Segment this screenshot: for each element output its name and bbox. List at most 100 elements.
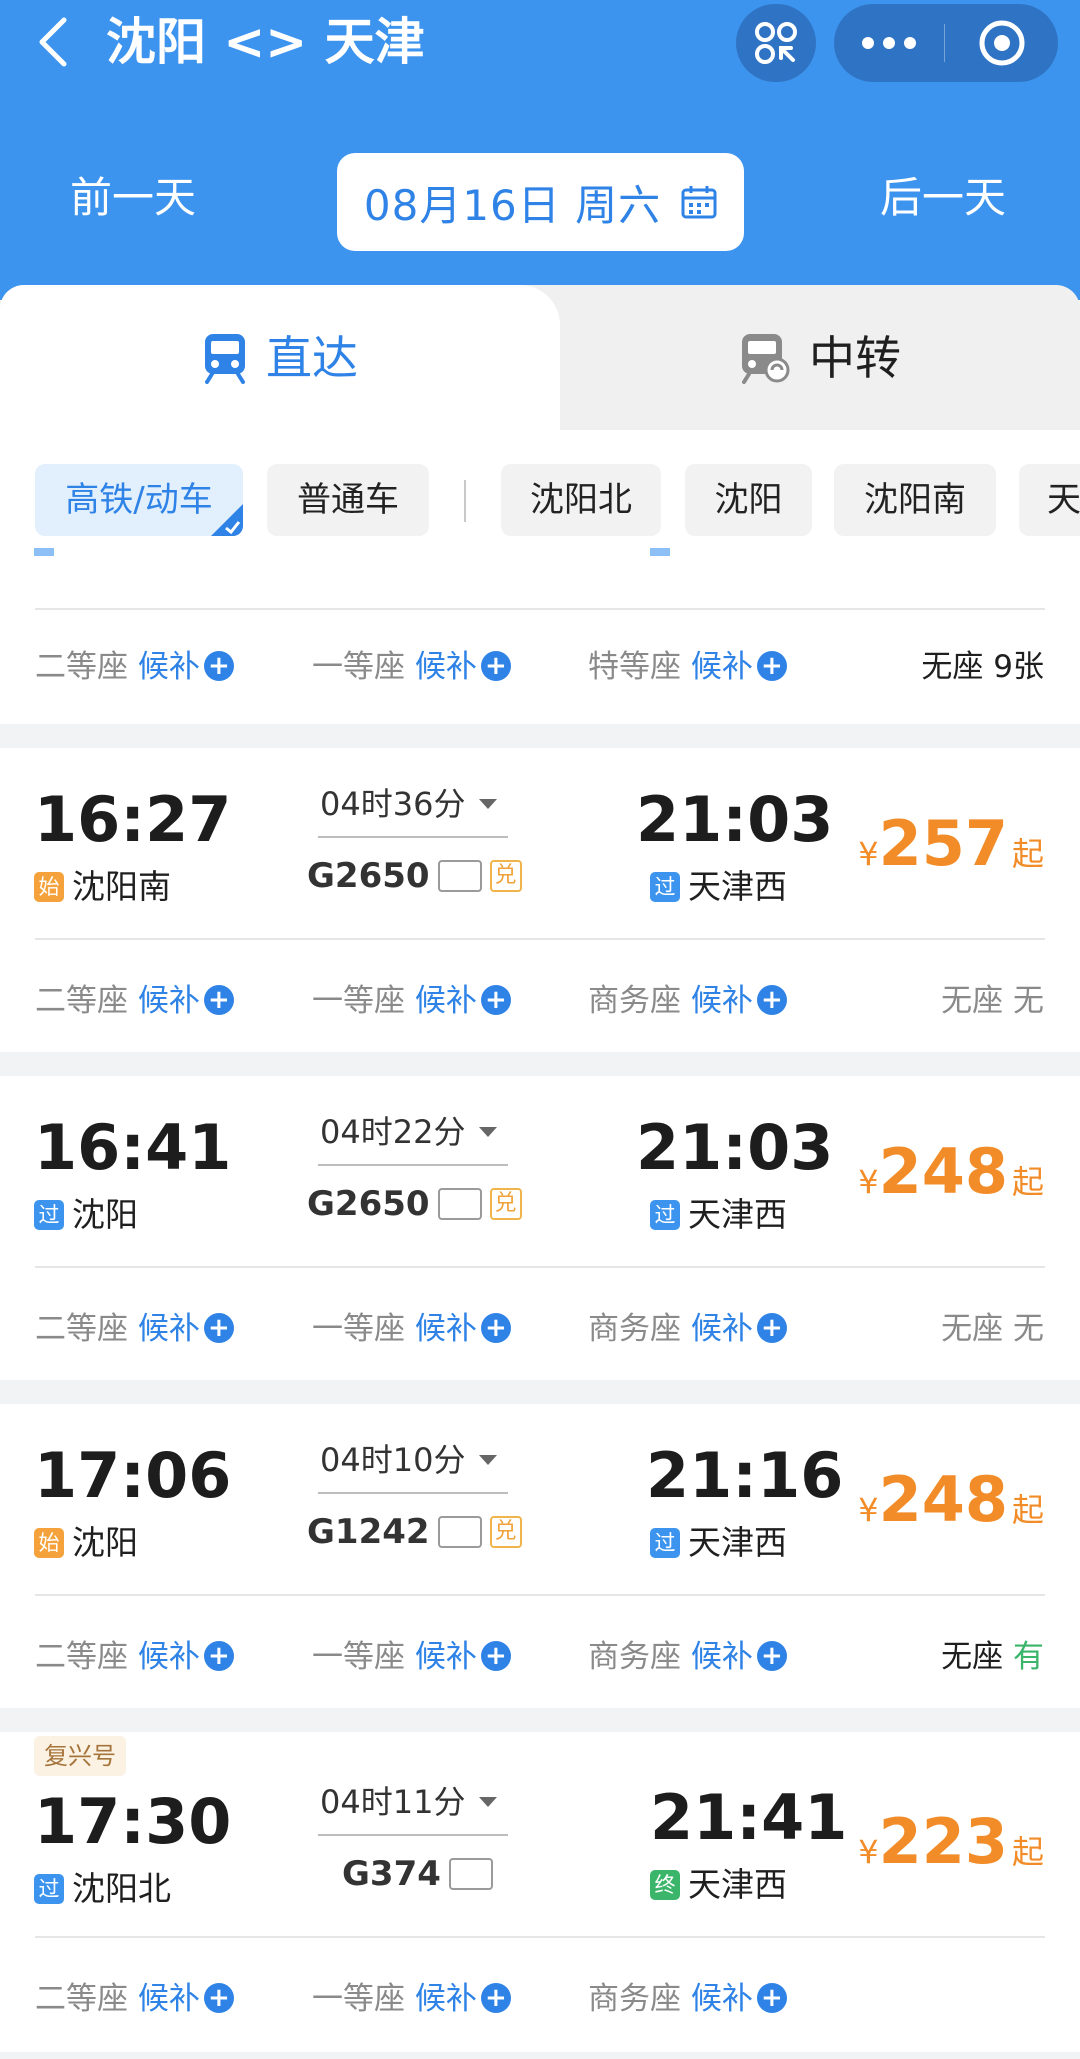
station-tag: 过 — [34, 1874, 64, 1904]
duration[interactable]: 04时22分 — [320, 1110, 498, 1154]
chevron-left-icon — [39, 17, 67, 67]
seat-business[interactable]: 商务座 候补 + — [588, 1304, 787, 1354]
dropdown-triangle-icon — [479, 1127, 498, 1137]
id-card-icon — [437, 1188, 482, 1220]
train-number-text: G374 — [342, 1854, 441, 1894]
filter-divider — [464, 480, 466, 522]
train-icon — [205, 333, 245, 384]
train-number-text: G1242 — [307, 1512, 430, 1552]
filter-chip-tianjin[interactable]: 天 — [1019, 464, 1080, 536]
seat-first-class[interactable]: 一等座 候补 + — [312, 976, 511, 1026]
seat-business[interactable]: 商务座 候补 + — [588, 976, 787, 1026]
seat-second-class[interactable]: 二等座 候补 + — [35, 642, 234, 692]
seat-no-seat: 无座 无 — [941, 976, 1044, 1026]
seat-status: 候补 — [414, 1981, 477, 2017]
station-tag: 过 — [34, 1200, 64, 1230]
filter-chip-shenyang[interactable]: 沈阳 — [685, 464, 812, 536]
seat-second-class[interactable]: 二等座 候补 + — [35, 976, 234, 1026]
capsule-divider — [944, 24, 945, 62]
train-card[interactable]: 16:27 始沈阳南 04时36分 G2650 兑 21:03 过天津西 ¥257 起二等座 候… — [0, 748, 1080, 1052]
seat-name: 商务座 — [588, 1981, 681, 2017]
duration[interactable]: 04时11分 — [320, 1780, 498, 1824]
seat-premium[interactable]: 特等座 候补 + — [588, 642, 787, 692]
date-selector[interactable]: 08月16日 周六 — [337, 153, 744, 251]
seat-name: 无座 — [941, 1311, 1004, 1347]
seat-second-class[interactable]: 二等座 候补 + — [35, 1974, 234, 2024]
prev-day-button[interactable]: 前一天 — [70, 168, 196, 228]
cut-station-tag — [34, 548, 54, 556]
arrival-time: 21:16 — [646, 1439, 844, 1512]
id-card-icon — [437, 1516, 482, 1548]
price-currency: ¥ — [858, 835, 879, 873]
price-value: 257 — [878, 807, 1008, 880]
plus-icon: + — [480, 1641, 511, 1671]
arrival-time: 21:03 — [636, 783, 834, 856]
duration[interactable]: 04时10分 — [320, 1438, 498, 1482]
seat-first-class[interactable]: 一等座 候补 + — [312, 642, 511, 692]
train-number: G1242 兑 — [307, 1508, 522, 1556]
redeem-icon: 兑 — [489, 1188, 522, 1220]
duration-arrow-line — [318, 836, 508, 838]
price-value: 248 — [878, 1135, 1008, 1208]
arrival-station: 过天津西 — [650, 864, 787, 910]
train-card-partial[interactable]: 二等座 候补 + 一等座 候补 + 特等座 候补 + 无座 9张 — [0, 548, 1080, 724]
filter-chip-normal[interactable]: 普通车 — [267, 464, 429, 536]
seat-name: 二等座 — [35, 983, 128, 1019]
seat-status: 候补 — [137, 1639, 200, 1675]
seat-first-class[interactable]: 一等座 候补 + — [312, 1304, 511, 1354]
redeem-icon: 兑 — [489, 860, 522, 892]
plus-icon: + — [203, 1641, 234, 1671]
plus-icon: + — [756, 1983, 787, 2013]
seat-name: 二等座 — [35, 1311, 128, 1347]
plus-icon: + — [756, 1641, 787, 1671]
departure-station-name: 沈阳 — [72, 1523, 138, 1562]
price-currency: ¥ — [858, 1833, 879, 1871]
redeem-icon: 兑 — [489, 1516, 522, 1548]
arrival-station-name: 天津西 — [688, 867, 787, 906]
close-mini-program-button[interactable] — [946, 4, 1058, 82]
plus-icon: + — [480, 1313, 511, 1343]
departure-time: 17:30 — [34, 1785, 232, 1858]
id-card-icon — [448, 1858, 493, 1890]
filter-chip-shenyang-north[interactable]: 沈阳北 — [501, 464, 661, 536]
seat-name: 一等座 — [312, 1311, 405, 1347]
seat-name: 无座 — [941, 983, 1004, 1019]
price-value: 248 — [878, 1463, 1008, 1536]
price-suffix: 起 — [1011, 1163, 1044, 1201]
price: ¥223 起 — [858, 1802, 1044, 1898]
duration[interactable]: 04时36分 — [320, 782, 498, 826]
price: ¥257 起 — [858, 804, 1044, 900]
seat-second-class[interactable]: 二等座 候补 + — [35, 1632, 234, 1682]
train-card[interactable]: 16:41 过沈阳 04时22分 G2650 兑 21:03 过天津西 ¥248 起二等座 候补… — [0, 1076, 1080, 1380]
filter-chip-high-speed[interactable]: 高铁/动车 — [35, 464, 243, 536]
duration-text: 04时10分 — [320, 1441, 466, 1479]
seat-business[interactable]: 商务座 候补 + — [588, 1974, 787, 2024]
seat-first-class[interactable]: 一等座 候补 + — [312, 1974, 511, 2024]
departure-station: 过沈阳北 — [34, 1866, 171, 1912]
filter-chip-shenyang-south[interactable]: 沈阳南 — [834, 464, 996, 536]
train-card[interactable]: 17:06 始沈阳 04时10分 G1242 兑 21:16 过天津西 ¥248 起二等座 候补… — [0, 1404, 1080, 1708]
train-card[interactable]: 复兴号 17:30 过沈阳北 04时11分 G374 21:41 终天津西 ¥223 起二等座 … — [0, 1732, 1080, 2052]
more-button[interactable] — [834, 4, 944, 82]
scan-button[interactable] — [736, 4, 816, 82]
arrival-time: 21:41 — [650, 1781, 848, 1854]
seat-status: 候补 — [690, 1311, 753, 1347]
seat-first-class[interactable]: 一等座 候补 + — [312, 1632, 511, 1682]
station-tag: 过 — [650, 872, 680, 902]
plus-icon: + — [203, 651, 234, 681]
seat-business[interactable]: 商务座 候补 + — [588, 1632, 787, 1682]
tab-transfer[interactable]: 中转 — [560, 285, 1080, 430]
departure-station: 始沈阳南 — [34, 864, 171, 910]
seat-status: 候补 — [690, 1981, 753, 2017]
station-tag: 过 — [650, 1528, 680, 1558]
back-button[interactable] — [28, 14, 78, 70]
seat-status: 候补 — [414, 1639, 477, 1675]
next-day-button[interactable]: 后一天 — [880, 168, 1006, 228]
train-number: G2650 兑 — [307, 1180, 522, 1228]
seat-name: 一等座 — [312, 1981, 405, 2017]
cut-station-tag — [650, 548, 670, 556]
seat-name: 无座 — [941, 1639, 1004, 1675]
tab-direct[interactable]: 直达 — [0, 285, 560, 430]
seat-second-class[interactable]: 二等座 候补 + — [35, 1304, 234, 1354]
seat-availability: 无 — [1013, 1311, 1044, 1347]
